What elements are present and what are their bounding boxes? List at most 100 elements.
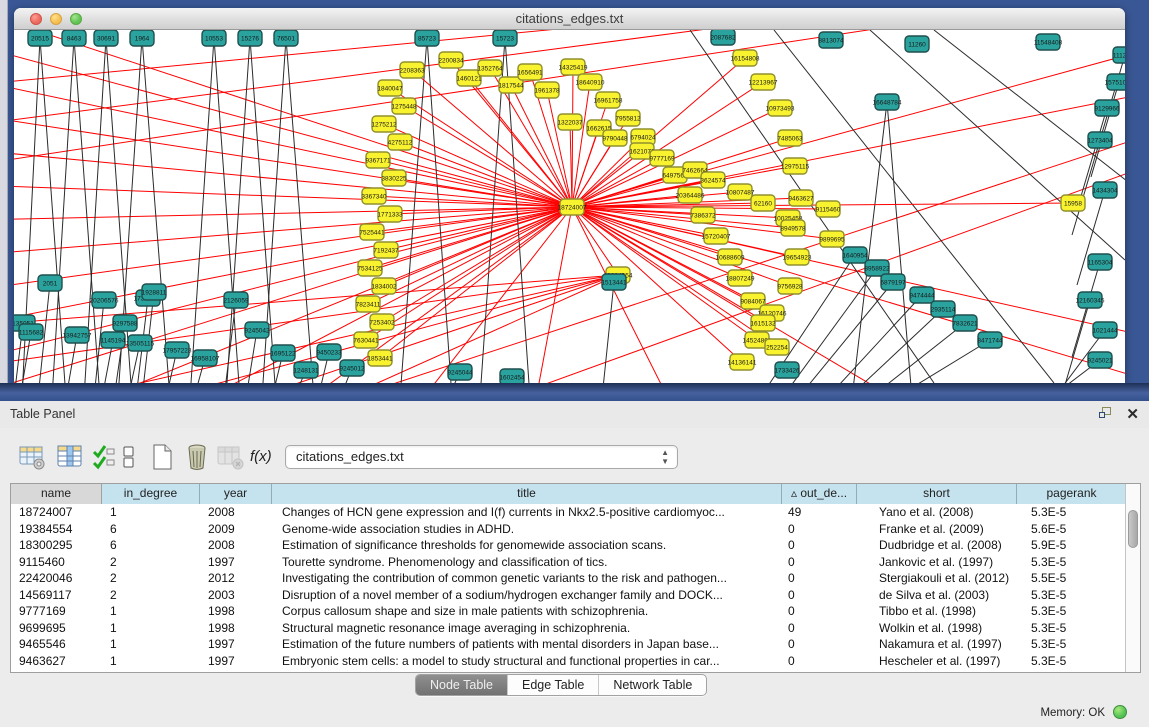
graph-node[interactable]: 252254 — [765, 339, 789, 355]
table-row[interactable]: 969969511998Structural magnetic resonanc… — [11, 620, 1125, 637]
graph-node[interactable]: 20364486 — [676, 187, 705, 203]
vertical-scrollbar[interactable] — [1125, 484, 1140, 672]
graph-node[interactable]: 1145194 — [101, 332, 126, 348]
graph-node[interactable]: 1275448 — [391, 98, 417, 114]
graph-node[interactable]: 1964 — [130, 30, 154, 46]
table-row[interactable]: 1938455462009Genome-wide association stu… — [11, 521, 1125, 538]
table-row[interactable]: 911546021997Tourette syndrome. Phenomeno… — [11, 554, 1125, 571]
graph-node[interactable]: 4275112 — [388, 134, 413, 150]
graph-node[interactable]: 15276 — [238, 30, 262, 46]
graph-node[interactable]: 9756928 — [777, 278, 803, 294]
graph-node[interactable]: 9367171 — [365, 152, 391, 168]
graph-node[interactable]: 9463627 — [788, 190, 814, 206]
graph-node[interactable]: 12160345 — [1076, 292, 1105, 308]
table-row[interactable]: 1456911722003Disruption of a novel membe… — [11, 587, 1125, 604]
graph-node[interactable]: 15751074 — [1105, 74, 1125, 90]
column-header-title[interactable]: title — [272, 484, 782, 504]
graph-node[interactable]: 16961758 — [594, 92, 623, 108]
graph-node[interactable]: 9777169 — [649, 150, 675, 166]
graph-node[interactable]: 30691 — [94, 30, 118, 46]
graph-node[interactable]: 1695122 — [270, 345, 296, 361]
graph-node[interactable]: 1640954 — [842, 247, 868, 263]
graph-node[interactable]: 9790448 — [602, 130, 628, 146]
graph-node[interactable]: 10553 — [202, 30, 226, 46]
table-row[interactable]: 1872400712008Changes of HCN gene express… — [11, 504, 1125, 521]
table-settings-icon[interactable] — [18, 443, 46, 471]
graph-node[interactable]: 11260 — [905, 36, 929, 52]
graph-node[interactable]: 6879197 — [880, 274, 906, 290]
close-panel-icon[interactable]: ✕ — [1126, 405, 1139, 423]
graph-node[interactable]: 9115460 — [816, 201, 841, 217]
graph-node[interactable]: 3367340 — [361, 188, 387, 204]
graph-node[interactable]: 19654923 — [783, 249, 812, 265]
graph-node[interactable]: 7485063 — [777, 130, 803, 146]
table-row[interactable]: 946362711997Embryonic stem cells: a mode… — [11, 653, 1125, 670]
graph-node[interactable]: 1248131 — [293, 362, 319, 378]
graph-node[interactable]: 9297588 — [112, 315, 138, 331]
graph-node[interactable]: 7832621 — [952, 315, 978, 331]
graph-node[interactable]: 13942757 — [63, 327, 92, 343]
graph-node[interactable]: 16154808 — [731, 50, 760, 66]
graph-node[interactable]: 11548408 — [1034, 34, 1063, 50]
graph-node[interactable]: 9129966 — [1094, 100, 1120, 116]
graph-node[interactable]: 18807249 — [726, 270, 755, 286]
graph-node[interactable]: 1834002 — [371, 278, 397, 294]
graph-node[interactable]: 9245012 — [339, 360, 365, 376]
float-window-icon[interactable] — [1099, 407, 1113, 420]
graph-node[interactable]: 9474444 — [909, 287, 935, 303]
graph-node[interactable]: 7386372 — [690, 207, 716, 223]
graph-node[interactable]: 1513441 — [601, 274, 627, 290]
table-row[interactable]: 1830029562008Estimation of significance … — [11, 537, 1125, 554]
graph-node[interactable]: 15958 — [1061, 195, 1085, 211]
graph-node[interactable]: 17957223 — [163, 342, 192, 358]
table-columns-icon[interactable] — [56, 443, 84, 471]
table-row[interactable]: 977716911998Corpus callosum shape and si… — [11, 603, 1125, 620]
graph-node[interactable]: 1434304 — [1092, 182, 1118, 198]
function-builder-icon[interactable]: f(x) — [250, 443, 280, 471]
graph-node[interactable]: 10973493 — [766, 100, 795, 116]
graph-node[interactable]: 2087682 — [710, 30, 736, 45]
graph-node[interactable]: 2200834 — [438, 52, 464, 68]
graph-node[interactable]: 10688609 — [716, 249, 745, 265]
graph-node[interactable]: 9245042 — [244, 322, 270, 338]
graph-node[interactable]: 1115682 — [19, 324, 44, 340]
graph-node[interactable]: 7630441 — [353, 332, 379, 348]
column-header-name[interactable]: name — [11, 484, 102, 504]
graph-node[interactable]: 13505115 — [126, 335, 155, 351]
graph-node[interactable]: 1615132 — [750, 315, 776, 331]
memory-status-indicator[interactable] — [1113, 705, 1127, 719]
graph-node[interactable]: 1322037 — [557, 114, 583, 130]
graph-node[interactable]: 7525441 — [359, 224, 385, 240]
graph-node[interactable]: 20206576 — [90, 292, 119, 308]
graph-node[interactable]: 20515 — [28, 30, 52, 46]
graph-node[interactable]: 9899695 — [819, 231, 845, 247]
graph-node[interactable]: 9450233 — [316, 344, 342, 360]
graph-node[interactable]: 1165304 — [1088, 254, 1113, 270]
graph-node[interactable]: 1021444 — [1092, 322, 1118, 338]
graph-node[interactable]: 16648784 — [873, 94, 902, 110]
graph-node[interactable]: 76501 — [274, 30, 298, 46]
graph-node[interactable]: 1928811 — [142, 284, 167, 300]
graph-node[interactable]: 16958107 — [191, 350, 220, 366]
tab-network-table[interactable]: Network Table — [599, 675, 706, 696]
column-header-in_degree[interactable]: in_degree — [102, 484, 200, 504]
column-header-out_degree[interactable]: ▵ out_de... — [782, 484, 857, 504]
network-window[interactable]: citations_edges.txt 18724007143254191864… — [14, 8, 1125, 383]
graph-node[interactable]: 1771333 — [377, 206, 403, 222]
graph-node[interactable]: 1961378 — [534, 82, 560, 98]
delete-column-icon[interactable] — [183, 443, 211, 471]
graph-node[interactable]: 7823411 — [356, 296, 381, 312]
graph-node[interactable]: 7955812 — [615, 110, 641, 126]
graph-node[interactable]: 9245044 — [447, 364, 473, 380]
graph-node[interactable]: 15720407 — [702, 228, 731, 244]
graph-node[interactable]: 7192437 — [373, 242, 399, 258]
new-column-icon[interactable] — [148, 443, 176, 471]
graph-node[interactable]: 12975115 — [781, 158, 810, 174]
graph-node[interactable]: 12213967 — [749, 74, 778, 90]
network-canvas[interactable]: 1872400714325419186409101696175813220371… — [14, 30, 1125, 383]
graph-node[interactable]: 2051 — [38, 275, 62, 291]
graph-node[interactable]: 1853441 — [367, 350, 393, 366]
graph-node[interactable]: 1275212 — [371, 116, 397, 132]
graph-node[interactable]: 10807487 — [726, 184, 755, 200]
graph-node[interactable]: 1602454 — [499, 369, 525, 383]
